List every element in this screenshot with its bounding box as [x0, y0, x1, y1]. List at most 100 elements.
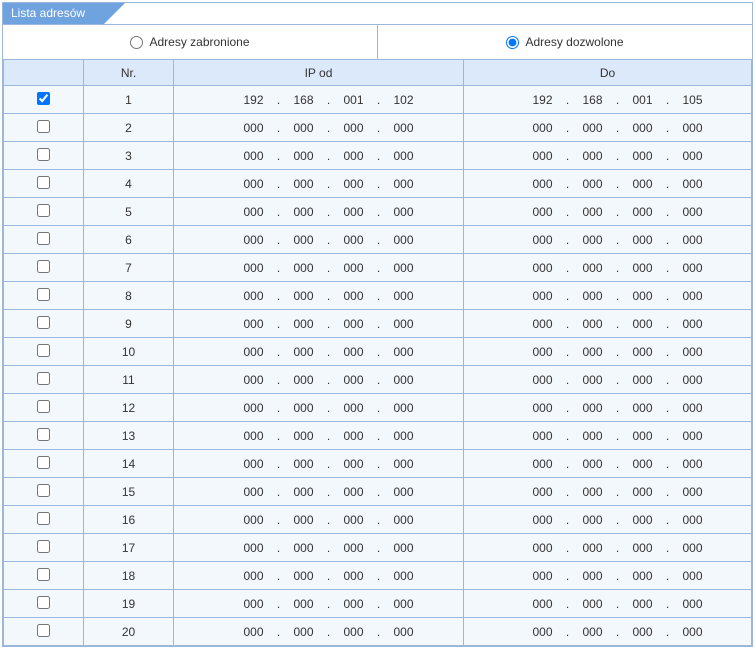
from-octet[interactable]: 000	[289, 401, 319, 415]
from-octet[interactable]: 000	[339, 317, 369, 331]
row-checkbox[interactable]	[37, 148, 50, 161]
from-octet[interactable]: 000	[239, 513, 269, 527]
to-octet[interactable]: 000	[528, 485, 558, 499]
from-octet[interactable]: 000	[339, 597, 369, 611]
to-octet[interactable]: 000	[678, 569, 708, 583]
row-checkbox[interactable]	[37, 344, 50, 357]
from-octet[interactable]: 000	[289, 261, 319, 275]
row-checkbox[interactable]	[37, 400, 50, 413]
to-octet[interactable]: 000	[578, 317, 608, 331]
from-octet[interactable]: 000	[339, 485, 369, 499]
from-octet[interactable]: 000	[239, 569, 269, 583]
to-octet[interactable]: 000	[578, 485, 608, 499]
to-octet[interactable]: 000	[678, 177, 708, 191]
from-octet[interactable]: 000	[239, 121, 269, 135]
to-octet[interactable]: 000	[628, 485, 658, 499]
from-octet[interactable]: 000	[389, 289, 419, 303]
from-octet[interactable]: 000	[289, 289, 319, 303]
from-octet[interactable]: 000	[289, 625, 319, 639]
from-octet[interactable]: 000	[289, 513, 319, 527]
from-octet[interactable]: 000	[389, 457, 419, 471]
to-octet[interactable]: 000	[578, 233, 608, 247]
to-octet[interactable]: 000	[678, 485, 708, 499]
from-octet[interactable]: 000	[239, 205, 269, 219]
to-octet[interactable]: 000	[628, 457, 658, 471]
to-octet[interactable]: 000	[528, 261, 558, 275]
to-octet[interactable]: 000	[528, 149, 558, 163]
to-octet[interactable]: 000	[678, 261, 708, 275]
from-octet[interactable]: 000	[239, 625, 269, 639]
from-octet[interactable]: 000	[389, 121, 419, 135]
row-checkbox[interactable]	[37, 120, 50, 133]
to-octet[interactable]: 000	[578, 373, 608, 387]
from-octet[interactable]: 000	[239, 261, 269, 275]
row-checkbox[interactable]	[37, 288, 50, 301]
to-octet[interactable]: 000	[628, 261, 658, 275]
from-octet[interactable]: 000	[239, 317, 269, 331]
to-octet[interactable]: 000	[528, 625, 558, 639]
from-octet[interactable]: 000	[389, 317, 419, 331]
from-octet[interactable]: 000	[389, 485, 419, 499]
from-octet[interactable]: 000	[389, 177, 419, 191]
to-octet[interactable]: 000	[628, 177, 658, 191]
from-octet[interactable]: 000	[289, 541, 319, 555]
to-octet[interactable]: 000	[528, 345, 558, 359]
row-checkbox[interactable]	[37, 512, 50, 525]
from-octet[interactable]: 000	[389, 597, 419, 611]
row-checkbox[interactable]	[37, 316, 50, 329]
from-octet[interactable]: 000	[339, 401, 369, 415]
from-octet[interactable]: 000	[389, 429, 419, 443]
to-octet[interactable]: 000	[678, 597, 708, 611]
from-octet[interactable]: 000	[389, 513, 419, 527]
from-octet[interactable]: 000	[339, 149, 369, 163]
to-octet[interactable]: 192	[528, 93, 558, 107]
from-octet[interactable]: 000	[239, 457, 269, 471]
from-octet[interactable]: 000	[239, 597, 269, 611]
to-octet[interactable]: 000	[678, 205, 708, 219]
to-octet[interactable]: 000	[528, 177, 558, 191]
from-octet[interactable]: 000	[289, 205, 319, 219]
to-octet[interactable]: 000	[678, 625, 708, 639]
to-octet[interactable]: 000	[678, 429, 708, 443]
to-octet[interactable]: 000	[628, 121, 658, 135]
row-checkbox[interactable]	[37, 596, 50, 609]
from-octet[interactable]: 000	[339, 261, 369, 275]
from-octet[interactable]: 000	[289, 317, 319, 331]
to-octet[interactable]: 000	[678, 457, 708, 471]
to-octet[interactable]: 000	[678, 233, 708, 247]
from-octet[interactable]: 000	[339, 569, 369, 583]
from-octet[interactable]: 000	[389, 625, 419, 639]
to-octet[interactable]: 000	[578, 289, 608, 303]
to-octet[interactable]: 000	[678, 289, 708, 303]
to-octet[interactable]: 105	[678, 93, 708, 107]
row-checkbox[interactable]	[37, 204, 50, 217]
from-octet[interactable]: 000	[339, 429, 369, 443]
from-octet[interactable]: 000	[239, 233, 269, 247]
from-octet[interactable]: 000	[289, 597, 319, 611]
from-octet[interactable]: 000	[239, 149, 269, 163]
to-octet[interactable]: 000	[528, 289, 558, 303]
from-octet[interactable]: 000	[389, 149, 419, 163]
from-octet[interactable]: 000	[289, 177, 319, 191]
from-octet[interactable]: 000	[289, 233, 319, 247]
from-octet[interactable]: 000	[289, 485, 319, 499]
to-octet[interactable]: 000	[528, 401, 558, 415]
from-octet[interactable]: 000	[339, 541, 369, 555]
from-octet[interactable]: 000	[339, 373, 369, 387]
from-octet[interactable]: 000	[389, 345, 419, 359]
to-octet[interactable]: 000	[678, 513, 708, 527]
to-octet[interactable]: 000	[528, 121, 558, 135]
from-octet[interactable]: 102	[389, 93, 419, 107]
to-octet[interactable]: 000	[628, 401, 658, 415]
row-checkbox[interactable]	[37, 260, 50, 273]
from-octet[interactable]: 000	[239, 373, 269, 387]
from-octet[interactable]: 000	[339, 177, 369, 191]
to-octet[interactable]: 000	[578, 149, 608, 163]
from-octet[interactable]: 000	[239, 485, 269, 499]
to-octet[interactable]: 000	[628, 513, 658, 527]
to-octet[interactable]: 000	[628, 429, 658, 443]
from-octet[interactable]: 000	[389, 569, 419, 583]
to-octet[interactable]: 000	[628, 149, 658, 163]
from-octet[interactable]: 000	[389, 373, 419, 387]
from-octet[interactable]: 000	[339, 625, 369, 639]
